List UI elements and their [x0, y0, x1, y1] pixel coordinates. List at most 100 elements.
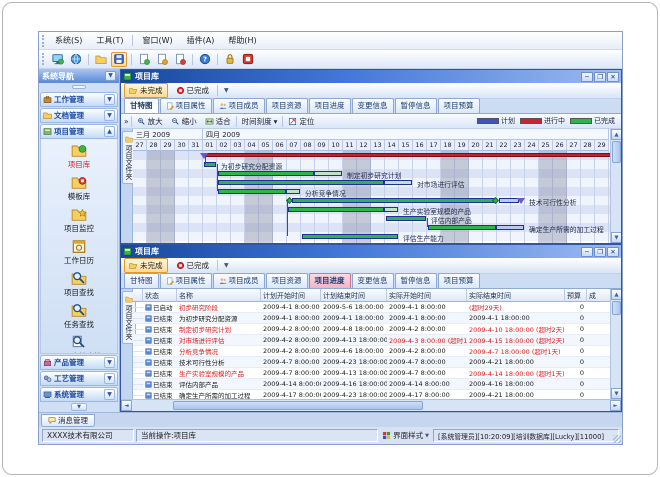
toolbar-button-folder[interactable]	[93, 52, 109, 67]
toolbar-button-globe[interactable]	[68, 52, 84, 67]
table-row[interactable]: 已结束评估内部产品2009-4-14 8:00:002009-4-16 18:0…	[133, 379, 610, 390]
sidebar-item-项目查找[interactable]: 项目查找	[64, 270, 94, 298]
tab-甘特图[interactable]: 甘特图	[124, 273, 159, 288]
tab-变更信息[interactable]: 变更信息	[352, 273, 394, 288]
sidebar-collapse-button[interactable]: ▼	[105, 71, 116, 81]
table-row[interactable]: 已结束技术可行性分析2009-4-7 8:00:002009-4-23 18:0…	[133, 357, 610, 368]
table-row[interactable]: 已结束生产实验室规模的产品2009-4-7 8:00:002009-4-13 1…	[133, 368, 610, 379]
tab-项目进度[interactable]: 项目进度	[309, 273, 351, 288]
column-header-实际开始时间[interactable]: 实际开始时间	[387, 289, 467, 302]
sidebar-item-模板库[interactable]: 模板库	[68, 174, 91, 202]
gantt-bar[interactable]	[386, 216, 426, 221]
gantt-bar-extension[interactable]	[496, 225, 524, 230]
gantt-toolbar-button-适合[interactable]: 适合	[202, 116, 234, 127]
gantt-bar-extension[interactable]	[384, 207, 398, 212]
column-header-预算[interactable]: 预算	[565, 289, 587, 302]
menu-item-0[interactable]: 系统(S)	[48, 34, 89, 47]
scroll-left-button[interactable]: ◄	[121, 400, 132, 411]
toolbar-button-doc-new[interactable]	[136, 52, 152, 67]
toolbar-button-exit[interactable]	[240, 52, 256, 67]
row-selector[interactable]	[133, 373, 143, 374]
toolbar-button-lock[interactable]	[222, 52, 238, 67]
chevron-down-icon[interactable]: ▼	[104, 94, 115, 105]
gantt-bar[interactable]	[218, 189, 286, 194]
filter-button-已完成[interactable]: 已完成	[171, 258, 215, 273]
gantt-bar-inprogress[interactable]	[203, 153, 610, 157]
scroll-up-button[interactable]: ▲	[611, 129, 621, 140]
menu-item-3[interactable]: 插件(A)	[180, 34, 222, 47]
menu-item-1[interactable]: 工具(T)	[89, 34, 130, 47]
tab-项目成员[interactable]: 项目成员	[213, 98, 265, 113]
toolbar-button-help[interactable]: ?	[197, 52, 213, 67]
gantt-bar-extension[interactable]	[286, 189, 300, 194]
gantt-bar-extension[interactable]	[314, 171, 342, 176]
tab-项目预算[interactable]: 项目预算	[438, 273, 480, 288]
tab-暂停信息[interactable]: 暂停信息	[395, 98, 437, 113]
message-management-tab[interactable]: 消息管理	[41, 414, 95, 427]
column-header-状态[interactable]: 状态	[143, 289, 177, 302]
table-row[interactable]: 已结束确定生产所需的加工过程2009-4-17 8:00:002009-4-23…	[133, 390, 610, 399]
row-selector[interactable]	[133, 329, 143, 330]
tab-项目预算[interactable]: 项目预算	[438, 98, 480, 113]
sidebar-item-项目文档查找[interactable]: 项目文档查找	[57, 334, 102, 354]
table-row[interactable]: 已启动初步研究阶段2009-4-1 8:00:002009-5-6 18:00:…	[133, 302, 610, 313]
scroll-up-button[interactable]: ▲	[611, 289, 621, 300]
sidebar-group-header[interactable]: 系统管理▼	[40, 387, 118, 402]
row-selector[interactable]	[133, 318, 143, 319]
tab-项目资源[interactable]: 项目资源	[266, 273, 308, 288]
row-selector[interactable]	[133, 395, 143, 396]
sidebar-handle[interactable]	[39, 83, 119, 91]
gantt-bar[interactable]	[428, 225, 496, 230]
gantt-bar[interactable]	[302, 234, 398, 239]
column-header-名称[interactable]: 名称	[177, 289, 261, 302]
chevron-down-icon[interactable]: ▼	[104, 110, 115, 121]
column-header-计划开始时间[interactable]: 计划开始时间	[261, 289, 321, 302]
scroll-right-button[interactable]: ►	[610, 400, 621, 411]
table-row[interactable]: 已结束对市场进行评估2009-4-2 8:00:002009-4-13 18:0…	[133, 335, 610, 346]
minimize-button[interactable]: ─	[581, 247, 593, 257]
gantt-toolbar-button-定位[interactable]: 定位	[285, 116, 317, 127]
sidebar-group-header[interactable]: 项目管理▲	[40, 124, 118, 139]
close-button[interactable]: ✕	[607, 247, 619, 257]
gantt-toolbar-button-时间刻度[interactable]: 时间刻度▾	[239, 116, 281, 127]
sidebar-group-header[interactable]: 工作管理▼	[40, 92, 118, 107]
filter-button-未完成[interactable]: 未完成	[124, 83, 168, 98]
resize-grip[interactable]	[613, 435, 621, 443]
tab-甘特图[interactable]: 甘特图	[124, 98, 159, 113]
filter-overflow-button[interactable]: ▼	[221, 262, 232, 269]
chevron-down-icon[interactable]: ▼	[104, 357, 115, 368]
scroll-thumb[interactable]	[173, 401, 423, 410]
row-selector[interactable]	[133, 307, 143, 308]
scroll-thumb[interactable]	[612, 141, 621, 163]
toolbar-button-save[interactable]	[111, 52, 127, 67]
sidebar-item-项目监控[interactable]: 项目监控	[64, 206, 94, 234]
tab-暂停信息[interactable]: 暂停信息	[395, 273, 437, 288]
row-selector[interactable]	[133, 362, 143, 363]
menu-item-2[interactable]: 窗口(W)	[135, 34, 179, 47]
chevron-up-icon[interactable]: ▲	[104, 126, 115, 137]
tab-项目属性[interactable]: 项目属性	[160, 273, 212, 288]
row-selector[interactable]	[133, 351, 143, 352]
scroll-thumb[interactable]	[612, 301, 621, 315]
chevron-down-icon[interactable]: ▼	[104, 389, 115, 400]
table-horizontal-scrollbar[interactable]: ◄ ►	[121, 399, 621, 411]
gantt-bar-extension[interactable]	[384, 180, 412, 185]
sidebar-group-header[interactable]: 文档管理▼	[40, 108, 118, 123]
maximize-button[interactable]: ❐	[594, 247, 606, 257]
column-header-成[interactable]: 成	[587, 289, 610, 302]
toolbar-button-doc-open[interactable]	[154, 52, 170, 67]
toolbar-overflow-chevron[interactable]: »	[124, 117, 129, 126]
filter-button-未完成[interactable]: 未完成	[124, 258, 168, 273]
toolbar-button-monitor[interactable]	[50, 52, 66, 67]
gantt-bar[interactable]	[292, 198, 496, 203]
sidebar-item-项目库[interactable]: 项目库	[68, 142, 91, 170]
sidebar-item-工作日历[interactable]: 工作日历	[64, 238, 94, 266]
chevron-down-icon[interactable]: ▼	[104, 373, 115, 384]
column-header-计划结束时间[interactable]: 计划结束时间	[321, 289, 387, 302]
sidebar-group-header[interactable]: 产品管理▼	[40, 355, 118, 370]
scroll-down-button[interactable]: ▼	[611, 232, 621, 243]
menu-item-4[interactable]: 帮助(H)	[221, 34, 263, 47]
tab-变更信息[interactable]: 变更信息	[352, 98, 394, 113]
table-row[interactable]: 已结束为初步研究分配资源2009-4-1 8:00:002009-4-1 18:…	[133, 313, 610, 324]
sidebar-group-header[interactable]: 工艺管理▼	[40, 371, 118, 386]
